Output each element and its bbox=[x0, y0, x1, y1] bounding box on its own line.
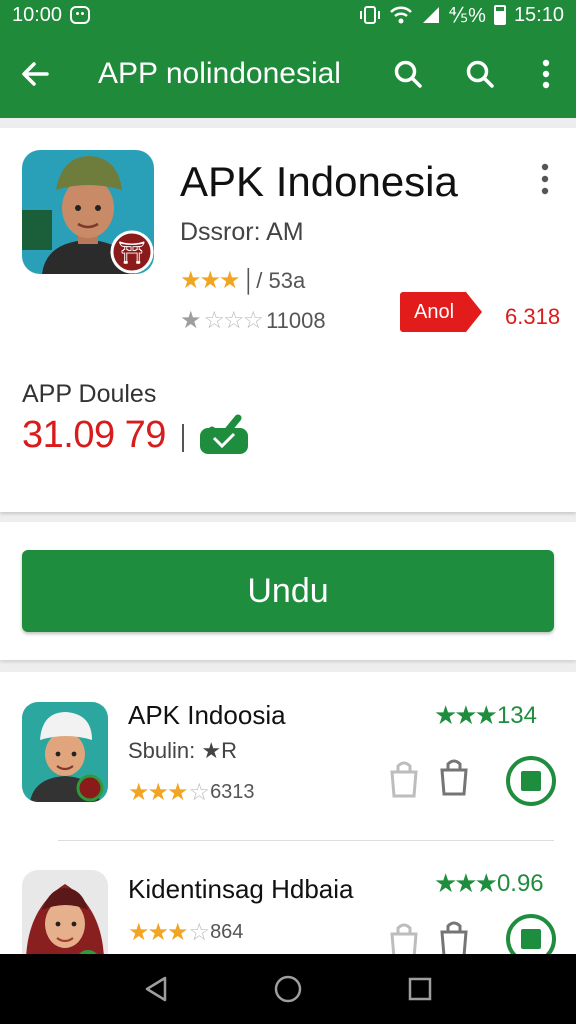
downloads-label: APP Doules bbox=[22, 380, 157, 408]
list-item-title: APK Indoosia bbox=[128, 700, 286, 730]
star-rating-icon: ★★★ bbox=[128, 919, 189, 946]
notification-face-icon bbox=[70, 6, 91, 24]
list-item-rating-value: 134 bbox=[496, 701, 537, 729]
list-item-stars: ★★★ ☆ 6313 bbox=[128, 778, 255, 807]
download-check-icon bbox=[200, 414, 248, 454]
status-time-right: 15:10 bbox=[513, 3, 564, 26]
install-area: Undu bbox=[0, 522, 576, 660]
arrow-back-icon bbox=[22, 62, 49, 86]
star-outline-icon: ☆ bbox=[188, 779, 210, 806]
list-item-subtitle: Sbulin: ★R bbox=[128, 738, 237, 763]
list-item-rating-value: 0.96 bbox=[496, 869, 544, 897]
green-star-icon: ★★★ bbox=[434, 868, 498, 898]
status-battery-text: ⅘% bbox=[448, 4, 486, 27]
card-more-button[interactable] bbox=[530, 162, 560, 196]
triangle-back-icon bbox=[145, 976, 167, 1002]
star-rating-icon: ★★★ bbox=[128, 779, 189, 806]
system-nav-bar bbox=[0, 954, 576, 1024]
list-item-rating: ★★★ 134 bbox=[434, 700, 537, 731]
nav-home-button[interactable] bbox=[268, 969, 308, 1009]
star-outline-icon: ☆ bbox=[188, 919, 210, 946]
stop-icon bbox=[521, 929, 541, 949]
shopping-bag-icon[interactable] bbox=[438, 756, 470, 796]
shopping-bag-icon[interactable] bbox=[388, 758, 420, 798]
vibrate-icon bbox=[359, 6, 380, 24]
list-divider bbox=[58, 840, 554, 841]
green-star-icon: ★★★ bbox=[434, 700, 498, 730]
wifi-icon bbox=[389, 6, 412, 24]
star-outline-icon: ☆☆☆ bbox=[203, 307, 265, 334]
list-item[interactable]: APK Indoosia Sbulin: ★R ★★★ ☆ 6313 ★★★ 13… bbox=[0, 672, 576, 841]
search-icon bbox=[466, 60, 494, 88]
battery-icon bbox=[493, 5, 506, 25]
signal-icon bbox=[422, 7, 439, 23]
install-button[interactable]: Undu bbox=[22, 550, 554, 632]
list-item-stars-text: 6313 bbox=[210, 781, 255, 803]
related-apps-list: APK Indoosia Sbulin: ★R ★★★ ☆ 6313 ★★★ 13… bbox=[0, 672, 576, 970]
square-recents-icon bbox=[408, 977, 432, 1001]
list-item-title: Kidentinsag Hdbaia bbox=[128, 874, 354, 904]
star-rating-icon: ★★★ bbox=[180, 267, 241, 294]
search-button[interactable] bbox=[372, 30, 444, 118]
more-vert-icon bbox=[541, 163, 549, 195]
app-avatar-icon: ⛩ bbox=[22, 150, 154, 274]
more-vert-icon bbox=[542, 59, 550, 89]
svg-text:⛩: ⛩ bbox=[118, 241, 146, 266]
rating-row-1: ★★★ │/ 53a bbox=[180, 266, 305, 295]
nav-recents-button[interactable] bbox=[400, 969, 440, 1009]
app-bar: APP nolindonesial bbox=[0, 30, 576, 118]
search-icon bbox=[394, 60, 422, 88]
download-check-button[interactable] bbox=[198, 414, 250, 456]
app-avatar-icon bbox=[22, 702, 108, 802]
nav-back-button[interactable] bbox=[136, 969, 176, 1009]
overflow-menu-button[interactable] bbox=[516, 30, 576, 118]
list-item-stars: ★★★ ☆ 864 bbox=[128, 918, 243, 947]
rating-row-1-text: │/ 53a bbox=[242, 267, 306, 293]
status-bar: 10:00 ⅘% 15:10 bbox=[0, 0, 576, 30]
stop-icon bbox=[521, 771, 541, 791]
developer-label: Dssror: AM bbox=[180, 218, 304, 246]
shopping-bag-icon[interactable] bbox=[438, 918, 470, 958]
app-title: APK Indonesia bbox=[180, 158, 458, 205]
badge-value: 6.318 bbox=[505, 304, 561, 329]
status-time-left: 10:00 bbox=[12, 3, 63, 26]
rating-row-2-text: 11008 bbox=[266, 307, 326, 333]
stop-download-button[interactable] bbox=[506, 756, 556, 806]
app-icon[interactable]: ⛩ bbox=[22, 150, 154, 274]
downloads-count: 31.09 79 bbox=[22, 414, 166, 456]
list-item-icon bbox=[22, 702, 108, 802]
rating-row-2: ★ ☆☆☆ 11008 bbox=[180, 306, 326, 335]
star-rating-icon: ★ bbox=[180, 307, 201, 334]
badge-arrow-icon bbox=[466, 292, 483, 332]
app-detail-card: ⛩ APK Indonesia Dssror: AM ★★★ │/ 53a ★ ☆… bbox=[0, 128, 576, 512]
divider bbox=[182, 424, 184, 452]
price-badge: Anol bbox=[400, 292, 494, 332]
list-item-stars-text: 864 bbox=[210, 921, 244, 943]
search-button-2[interactable] bbox=[444, 30, 516, 118]
app-bar-title: APP nolindonesial bbox=[98, 57, 341, 90]
badge-label: Anol bbox=[400, 292, 467, 332]
back-button[interactable] bbox=[0, 30, 70, 118]
list-item-rating: ★★★ 0.96 bbox=[434, 868, 544, 899]
circle-home-icon bbox=[274, 975, 302, 1003]
